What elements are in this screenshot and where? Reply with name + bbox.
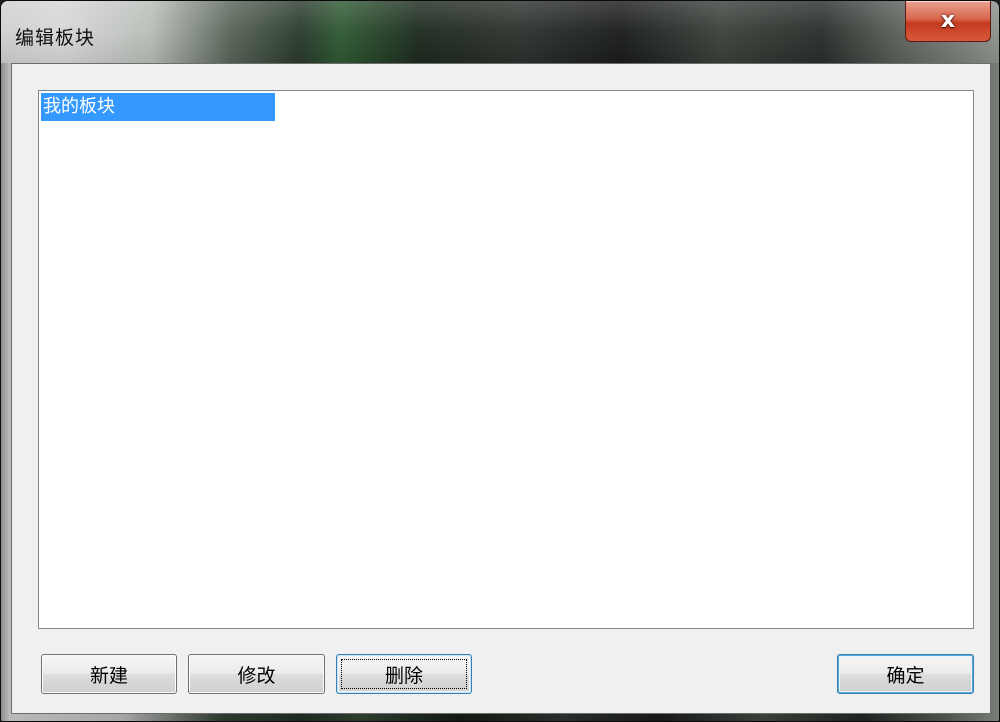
- delete-button[interactable]: 删除: [336, 654, 472, 694]
- edit-button-label: 修改: [237, 664, 276, 687]
- new-button-label: 新建: [89, 664, 128, 687]
- dialog-body: 我的板块 新建 修改 删除 确定: [11, 63, 991, 714]
- new-button[interactable]: 新建: [41, 654, 177, 694]
- title-bar[interactable]: 编辑板块 x: [1, 1, 999, 63]
- ok-button[interactable]: 确定: [837, 654, 974, 694]
- window-title: 编辑板块: [15, 27, 96, 49]
- close-icon: x: [940, 8, 956, 33]
- close-button[interactable]: x: [905, 1, 991, 42]
- edit-board-dialog: 编辑板块 x 我的板块 新建 修改 删除 确定: [0, 0, 1000, 722]
- ok-button-label: 确定: [886, 664, 925, 687]
- board-listbox[interactable]: 我的板块: [38, 90, 974, 629]
- edit-button[interactable]: 修改: [188, 654, 325, 694]
- list-item-my-board[interactable]: 我的板块: [41, 93, 275, 121]
- delete-button-label: 删除: [384, 664, 423, 687]
